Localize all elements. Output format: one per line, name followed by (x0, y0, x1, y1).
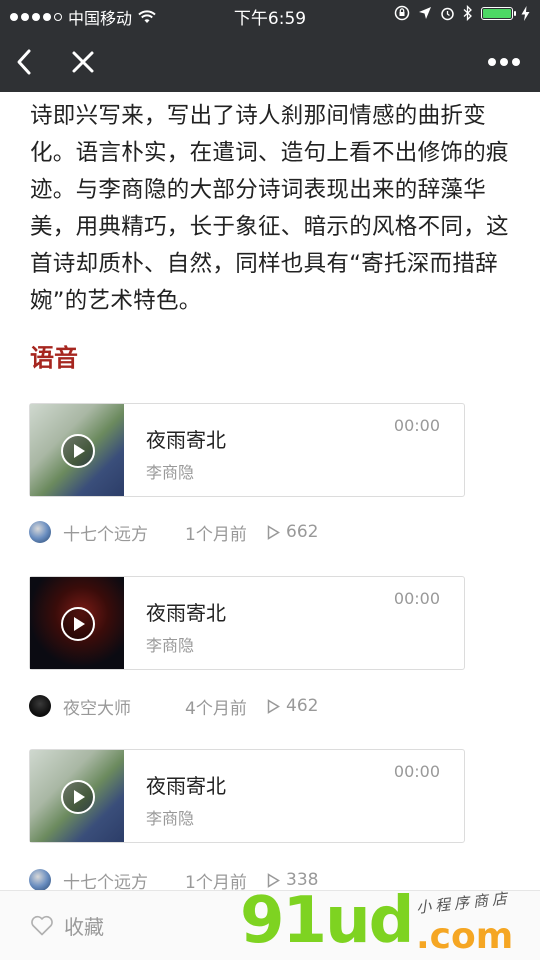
close-button[interactable] (63, 42, 103, 82)
audio-thumbnail (30, 404, 124, 496)
play-icon[interactable] (61, 780, 95, 814)
watermark-logo: 91ud 小程序商店 .com (240, 884, 540, 960)
status-right (394, 5, 530, 21)
favorite-button[interactable]: 收藏 (30, 911, 104, 940)
watermark-suffix: .com (416, 916, 514, 957)
play-outline-icon (267, 524, 280, 540)
play-icon[interactable] (61, 434, 95, 468)
play-count-value: 662 (286, 522, 319, 542)
audio-meta: 夜空大师 4个月前 462 (29, 692, 318, 720)
audio-meta: 十七个远方 1个月前 662 (29, 518, 318, 546)
play-count: 662 (267, 522, 318, 542)
avatar[interactable] (29, 869, 51, 890)
back-button[interactable] (4, 42, 44, 82)
article-content[interactable]: 诗即兴写来，写出了诗人刹那间情感的曲折变化。语言朴实，在遣词、造句上看不出修饰的… (0, 92, 540, 890)
chevron-left-icon (17, 49, 31, 75)
avatar[interactable] (29, 521, 51, 543)
avatar[interactable] (29, 695, 51, 717)
play-icon[interactable] (61, 607, 95, 641)
heart-icon (31, 915, 53, 936)
watermark-brand: 91ud (240, 884, 414, 958)
watermark-tagline: 小程序商店 (415, 889, 512, 917)
battery-icon (481, 6, 516, 20)
uploader-name[interactable]: 夜空大师 (63, 694, 185, 719)
alarm-icon (441, 7, 454, 20)
status-bar: 中国移动 下午6:59 (0, 0, 540, 30)
audio-author: 李商隐 (146, 463, 195, 482)
audio-card[interactable]: 夜雨寄北 李商隐 00:00 (29, 749, 465, 843)
play-outline-icon (267, 698, 280, 714)
section-title-audio: 语音 (30, 344, 78, 372)
audio-title: 夜雨寄北 (146, 774, 226, 798)
audio-title: 夜雨寄北 (146, 428, 226, 452)
location-icon (419, 7, 431, 19)
audio-card[interactable]: 夜雨寄北 李商隐 00:00 (29, 576, 465, 670)
more-options-button[interactable] (484, 42, 524, 82)
charging-bolt-icon (521, 5, 530, 21)
more-dots-icon (488, 58, 520, 66)
close-icon (72, 51, 94, 73)
audio-author: 李商隐 (146, 636, 195, 655)
bluetooth-icon (463, 5, 472, 21)
audio-title: 夜雨寄北 (146, 601, 226, 625)
navigation-bar (0, 30, 540, 92)
favorite-label: 收藏 (64, 915, 104, 939)
rotation-lock-icon (394, 5, 410, 21)
audio-thumbnail (30, 577, 124, 669)
article-paragraph: 诗即兴写来，写出了诗人刹那间情感的曲折变化。语言朴实，在遣词、造句上看不出修饰的… (30, 103, 509, 314)
audio-card[interactable]: 夜雨寄北 李商隐 00:00 (29, 403, 465, 497)
audio-author: 李商隐 (146, 809, 195, 828)
audio-duration: 00:00 (393, 589, 440, 608)
posted-time: 4个月前 (185, 698, 247, 719)
uploader-name[interactable]: 十七个远方 (63, 520, 185, 545)
posted-time: 1个月前 (185, 524, 247, 545)
uploader-name[interactable]: 十七个远方 (63, 868, 185, 891)
audio-thumbnail (30, 750, 124, 842)
play-count-value: 462 (286, 696, 319, 716)
play-count: 462 (267, 696, 318, 716)
audio-duration: 00:00 (393, 762, 440, 781)
audio-duration: 00:00 (393, 416, 440, 435)
